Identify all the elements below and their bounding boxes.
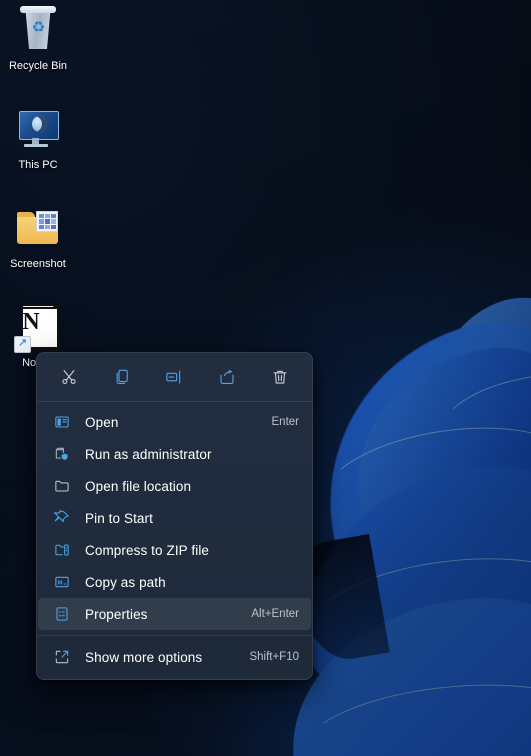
menu-item-label: Open file location [85,478,192,494]
menu-item-label: Properties [85,606,148,622]
context-menu-toolbar [37,353,312,401]
menu-item-label: Open [85,414,119,430]
menu-item-accelerator: Shift+F10 [249,651,299,663]
path-icon [52,572,72,592]
desktop-icon-recycle-bin[interactable]: ♻ Recycle Bin [0,6,76,73]
cut-button[interactable] [43,360,96,394]
menu-item-open-file-location[interactable]: Open file location [38,470,311,502]
desktop[interactable]: ♻ Recycle Bin This PC Screenshot N ↗ Ope… [0,0,531,756]
shield-icon [52,444,72,464]
copy-button[interactable] [96,360,149,394]
context-menu-footer: Show more options Shift+F10 [37,636,312,679]
menu-item-label: Show more options [85,649,203,665]
share-button[interactable] [201,360,254,394]
desktop-icon-label: Screenshot [10,258,66,270]
desktop-icon-screenshot[interactable]: Screenshot [0,204,76,271]
desktop-icon-this-pc[interactable]: This PC [0,105,76,172]
delete-button[interactable] [253,360,306,394]
copy-icon [113,368,131,386]
menu-item-pin-to-start[interactable]: Pin to Start [38,502,311,534]
folder-icon [52,476,72,496]
desktop-icon-label: This PC [18,159,58,171]
properties-icon [52,604,72,624]
context-menu-items: Open Enter Run as administrator Open fil… [37,402,312,635]
recycle-bin-icon: ♻ [14,6,62,54]
menu-item-compress-to-zip[interactable]: Compress to ZIP file [38,534,311,566]
zip-icon [52,540,72,560]
rename-button[interactable] [148,360,201,394]
desktop-icon-label: Recycle Bin [8,60,68,72]
expand-icon [52,647,72,667]
menu-item-show-more-options[interactable]: Show more options Shift+F10 [38,641,311,673]
menu-item-properties[interactable]: Properties Alt+Enter [38,598,311,630]
menu-item-label: Compress to ZIP file [85,542,210,558]
menu-item-accelerator: Enter [271,416,300,428]
this-pc-icon [14,105,62,153]
folder-icon [14,204,62,252]
cut-icon [60,368,78,386]
photo-grid-icon [36,211,58,232]
menu-item-copy-as-path[interactable]: Copy as path [38,566,311,598]
rename-icon [165,368,183,386]
menu-item-label: Run as administrator [85,446,212,462]
pin-icon [52,508,72,528]
menu-item-open[interactable]: Open Enter [38,406,311,438]
trash-icon [271,368,289,386]
open-icon [52,412,72,432]
share-icon [218,368,236,386]
menu-item-accelerator: Alt+Enter [251,608,299,620]
menu-item-label: Pin to Start [85,510,153,526]
shortcut-arrow-icon: ↗ [14,336,31,353]
context-menu[interactable]: Open Enter Run as administrator Open fil… [36,352,313,680]
menu-item-run-as-administrator[interactable]: Run as administrator [38,438,311,470]
menu-item-label: Copy as path [85,574,166,590]
notion-shortcut-icon: N ↗ [14,303,62,353]
